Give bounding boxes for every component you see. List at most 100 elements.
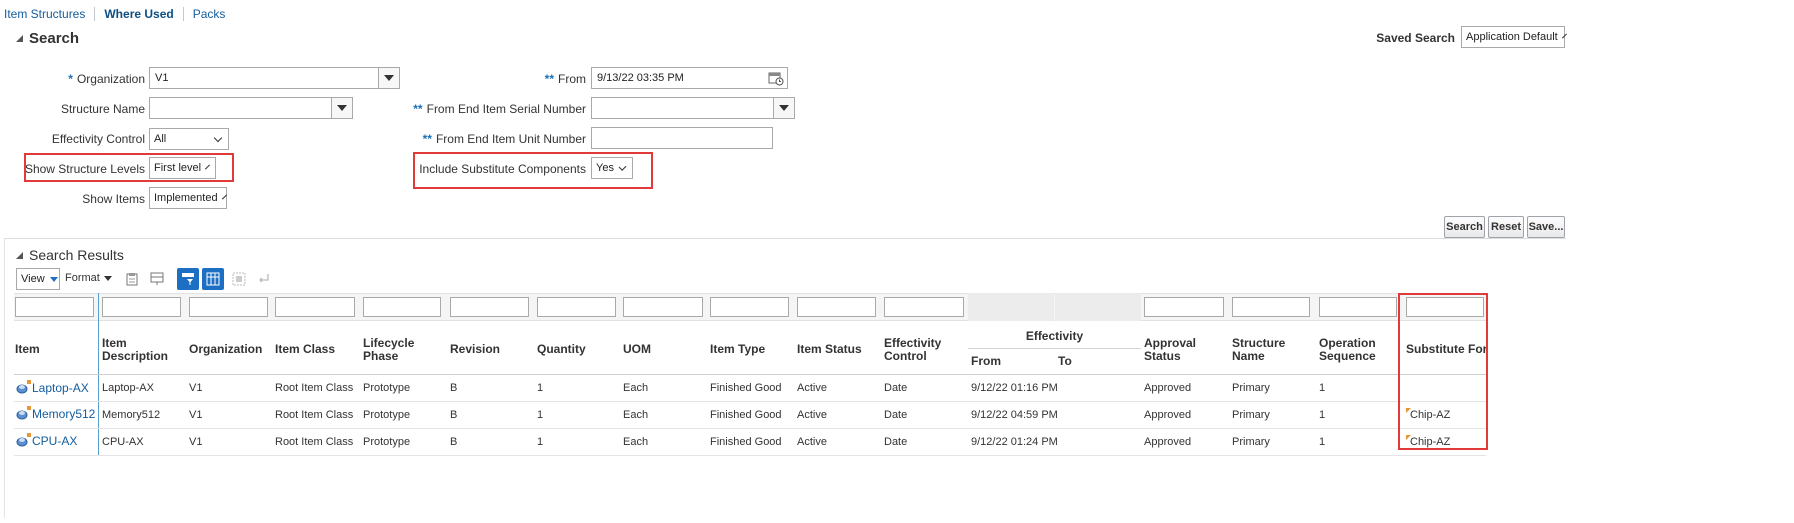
- filter-organization[interactable]: [189, 297, 268, 317]
- required-mark: *: [68, 72, 73, 86]
- col-header-eff-from[interactable]: From: [971, 355, 1001, 368]
- item-link[interactable]: Memory512: [32, 407, 95, 421]
- col-header-quantity[interactable]: Quantity: [537, 343, 586, 356]
- filter-structure-name[interactable]: [1232, 297, 1310, 317]
- structure-name-input[interactable]: [149, 97, 332, 119]
- row-divider: [14, 455, 1486, 456]
- show-items-value: Implemented: [154, 192, 218, 204]
- col-header-uom[interactable]: UOM: [623, 343, 651, 356]
- item-link[interactable]: CPU-AX: [32, 434, 77, 448]
- effectivity-control-label: Effectivity Control: [51, 132, 145, 146]
- col-header-revision[interactable]: Revision: [450, 343, 500, 356]
- filter-item-type[interactable]: [710, 297, 789, 317]
- organization-label: * Organization: [10, 72, 145, 86]
- from-unit-input[interactable]: [591, 127, 773, 149]
- filter-item[interactable]: [15, 297, 94, 317]
- col-header-item-class[interactable]: Item Class: [275, 343, 335, 356]
- filter-item-status[interactable]: [797, 297, 876, 317]
- view-menu-label: View: [21, 273, 45, 285]
- include-substitute-select[interactable]: Yes: [591, 157, 633, 179]
- required-mark: **: [544, 72, 554, 86]
- col-header-operation-sequence[interactable]: Operation Sequence: [1319, 337, 1394, 363]
- required-mark: **: [413, 102, 423, 116]
- view-menu[interactable]: View: [16, 268, 60, 290]
- detach-icon[interactable]: [121, 268, 143, 290]
- filter-uom[interactable]: [623, 297, 703, 317]
- search-results-title: Search Results: [29, 247, 124, 263]
- from-serial-input[interactable]: [591, 97, 774, 119]
- saved-search-select[interactable]: Application Default: [1461, 26, 1567, 48]
- item-structure-icon: [16, 406, 32, 423]
- cell-effectivity-control: Date: [884, 409, 908, 421]
- table-row[interactable]: Memory512 Memory512 V1 Root Item Class P…: [14, 402, 1486, 428]
- col-header-item-type[interactable]: Item Type: [710, 343, 765, 356]
- chevron-down-icon: [205, 164, 211, 169]
- calendar-icon[interactable]: [768, 70, 784, 86]
- filter-item-description[interactable]: [102, 297, 181, 317]
- cell-lifecycle-phase: Prototype: [363, 382, 411, 394]
- organization-dropdown-button[interactable]: [378, 67, 400, 89]
- cell-uom: Each: [623, 436, 649, 448]
- query-by-example-icon[interactable]: [177, 268, 199, 290]
- caret-down-icon: [384, 75, 394, 81]
- format-menu[interactable]: Format: [65, 272, 112, 284]
- include-substitute-value: Yes: [596, 162, 614, 174]
- from-date-input[interactable]: 9/13/22 03:35 PM: [591, 67, 788, 89]
- search-section-header[interactable]: Search: [16, 30, 79, 47]
- cell-quantity: 1: [537, 436, 544, 448]
- show-structure-levels-select[interactable]: First level: [149, 157, 216, 179]
- effectivity-group-divider: [968, 348, 1141, 349]
- col-header-structure-name[interactable]: Structure Name: [1232, 337, 1302, 363]
- filter-quantity[interactable]: [537, 297, 616, 317]
- collapse-triangle-icon[interactable]: [16, 35, 23, 42]
- structure-name-dropdown-button[interactable]: [331, 97, 353, 119]
- col-header-effectivity: Effectivity: [1025, 329, 1084, 343]
- table-row[interactable]: CPU-AX CPU-AX V1 Root Item Class Prototy…: [14, 429, 1486, 455]
- filter-operation-sequence[interactable]: [1319, 297, 1397, 317]
- filter-effectivity-control[interactable]: [884, 297, 964, 317]
- from-serial-dropdown-button[interactable]: [773, 97, 795, 119]
- cell-item-type: Finished Good: [710, 382, 782, 394]
- from-unit-label-text: From End Item Unit Number: [435, 132, 586, 146]
- cell-organization: V1: [189, 409, 203, 421]
- wrap-icon[interactable]: [228, 268, 250, 290]
- effectivity-control-select[interactable]: All: [149, 128, 229, 150]
- filter-lifecycle-phase[interactable]: [363, 297, 441, 317]
- organization-input[interactable]: V1: [149, 67, 379, 89]
- col-header-item-status[interactable]: Item Status: [797, 343, 862, 356]
- filter-item-class[interactable]: [275, 297, 355, 317]
- item-link[interactable]: Laptop-AX: [32, 381, 89, 395]
- collapse-triangle-icon[interactable]: [16, 251, 23, 259]
- filter-revision[interactable]: [450, 297, 529, 317]
- cell-organization: V1: [189, 382, 203, 394]
- cell-description: Laptop-AX: [102, 382, 154, 394]
- show-structure-levels-label: Show Structure Levels: [24, 162, 145, 176]
- cell-eff-from: 9/12/22 04:59 PM: [971, 409, 1058, 421]
- freeze-icon[interactable]: [146, 268, 168, 290]
- export-icon[interactable]: [253, 268, 275, 290]
- search-button[interactable]: Search: [1444, 216, 1485, 238]
- tab-where-used[interactable]: Where Used: [94, 7, 182, 21]
- table-row[interactable]: Laptop-AX Laptop-AX V1 Root Item Class P…: [14, 375, 1486, 401]
- col-header-lifecycle-phase[interactable]: Lifecycle Phase: [363, 337, 433, 363]
- tab-packs[interactable]: Packs: [182, 7, 235, 21]
- col-header-approval-status[interactable]: Approval Status: [1144, 337, 1214, 363]
- search-results-header[interactable]: Search Results: [16, 247, 124, 263]
- filter-approval-status[interactable]: [1144, 297, 1224, 317]
- col-header-organization[interactable]: Organization: [189, 343, 262, 356]
- cell-operation-sequence: 1: [1319, 382, 1326, 394]
- item-structure-icon: [16, 433, 32, 450]
- cell-quantity: 1: [537, 409, 544, 421]
- cell-item-status: Active: [797, 382, 827, 394]
- col-header-item[interactable]: Item: [15, 343, 40, 356]
- col-header-effectivity-control[interactable]: Effectivity Control: [884, 337, 954, 363]
- show-items-select[interactable]: Implemented: [149, 187, 227, 209]
- reset-button[interactable]: Reset: [1488, 216, 1524, 238]
- col-header-item-description[interactable]: Item Description: [102, 337, 177, 363]
- organization-label-text: Organization: [76, 72, 145, 86]
- col-header-eff-to[interactable]: To: [1058, 355, 1072, 368]
- tab-item-structures[interactable]: Item Structures: [4, 7, 94, 21]
- cell-revision: B: [450, 436, 458, 448]
- save-button[interactable]: Save...: [1527, 216, 1565, 238]
- columns-icon[interactable]: [202, 268, 224, 290]
